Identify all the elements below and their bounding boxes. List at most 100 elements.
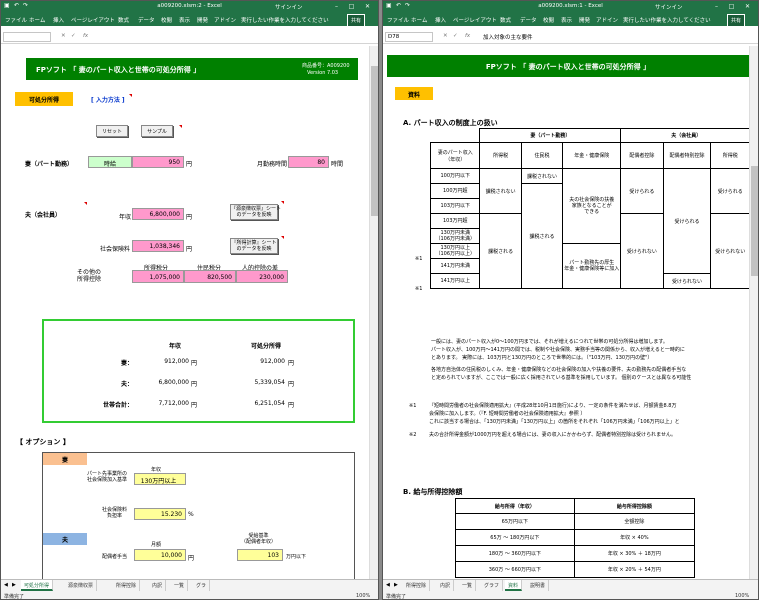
name-box[interactable]: D78 [385,32,433,42]
ribbon-tab[interactable]: ページレイアウト [453,16,497,24]
resident-tax-deduction-input[interactable]: 820,500 [184,270,236,283]
minimize-icon[interactable]: – [711,2,722,12]
ribbon-tab[interactable]: ファイル [5,16,27,24]
wage-type-select[interactable]: 時給 [88,156,132,168]
sheet-tab[interactable]: 説明書 [527,580,550,591]
options-title: 【 オプション 】 [16,438,70,446]
signin-link[interactable]: サインイン [275,3,303,11]
income-range-cell: 141万円以上 [429,273,481,289]
burden-rate-input[interactable]: 15.230 [134,508,186,520]
income-tax-deduction-input[interactable]: 1,075,000 [132,270,184,283]
hourly-wage-input[interactable]: 950 [132,156,184,168]
ribbon-tab[interactable]: ページレイアウト [71,16,115,24]
name-box[interactable] [3,32,51,42]
monthly-hours-input[interactable]: 80 [288,156,329,168]
cancel-icon[interactable]: ✕ [61,33,66,39]
income-cell: 180万 〜 360万円以下 [455,545,575,562]
reflect-withholding-button[interactable]: 『源泉徴収票』シート のデータを反映 [230,204,281,220]
sample-button[interactable]: サンプル [141,125,173,137]
share-button[interactable]: 共有 [727,14,746,27]
tell-me-search[interactable]: 実行したい作業を入力してください [623,16,711,24]
sheet-tab[interactable]: 資料 [505,580,523,591]
prev-sheet-icon[interactable]: ◀ [4,582,8,588]
sheet-tab[interactable]: 一覧 [459,580,477,591]
reset-button[interactable]: リセット [96,125,128,137]
income-label: 年収 [119,214,132,221]
ribbon-tab[interactable]: アドイン [596,16,618,24]
prev-sheet-icon[interactable]: ◀ [386,582,390,588]
enter-icon[interactable]: ✓ [453,33,458,39]
signin-link[interactable]: サインイン [655,3,683,11]
close-icon[interactable]: ✕ [362,2,373,12]
zoom-level[interactable]: 100% [735,593,749,599]
input-method-link[interactable]: [ 入力方法 ] [91,95,125,104]
vertical-scrollbar[interactable] [369,46,378,579]
worksheet[interactable]: FPソフト 「 妻のパート収入と世帯の可処分所得 」 商品番号：A009200 … [1,46,369,579]
reflect-deduction-button[interactable]: 『所得計算』シート のデータを反映 [230,238,278,254]
minimize-icon[interactable]: – [331,2,342,12]
zoom-level[interactable]: 100% [356,593,370,599]
ribbon-tab[interactable]: 数式 [500,16,511,24]
sheet-tab[interactable]: 可処分所得 [21,580,54,591]
maximize-icon[interactable]: □ [726,2,737,12]
summary-disposable-value: 5,339,054 [254,379,285,386]
ribbon-tab[interactable]: 開発 [197,16,208,24]
ribbon-tab[interactable]: 数式 [118,16,129,24]
note-text: これに該当する場合は、「130万円未満」「130万円以上」の箇所をそれぞれ「10… [429,419,680,425]
next-sheet-icon[interactable]: ▶ [394,582,398,588]
ribbon-tab[interactable]: データ [138,16,155,24]
ribbon-tab[interactable]: ファイル [387,16,409,24]
wife-group-header: 妻（パート勤務） [479,128,622,143]
sheet-tab[interactable]: 所得控除 [403,580,431,591]
sheet-tab[interactable]: 源泉徴収票 [65,580,98,591]
spouse-allowance-input[interactable]: 10,000 [134,549,186,561]
page-title: FPソフト 「 妻のパート収入と世帯の可処分所得 」 [485,63,651,71]
options-wife-header: 妻 [43,453,87,465]
vertical-scrollbar[interactable] [749,46,758,579]
ribbon-tab[interactable]: 開発 [579,16,590,24]
enter-icon[interactable]: ✓ [71,33,76,39]
scroll-thumb[interactable] [751,166,758,276]
table-row: 65万 〜 180万円以下 年収 × 40% [455,529,696,546]
share-button[interactable]: 共有 [347,14,366,27]
sheet-tab[interactable]: グラ [193,580,211,591]
sheet-tab[interactable]: 一覧 [171,580,189,591]
part-threshold-select[interactable]: 130万円以上 [134,473,186,485]
scroll-thumb[interactable] [371,66,378,216]
sheet-tab[interactable]: 内訳 [437,580,455,591]
tell-me-search[interactable]: 実行したい作業を入力してください [241,16,329,24]
ribbon-tab[interactable]: 挿入 [53,16,64,24]
personal-deduction-input[interactable]: 230,000 [236,270,288,283]
ribbon-tab[interactable]: 校閲 [543,16,554,24]
criteria-input[interactable]: 103 [237,549,283,561]
ribbon-tab[interactable]: 表示 [561,16,572,24]
worksheet[interactable]: FPソフト 「 妻のパート収入と世帯の可処分所得 」 資料 A. パート収入の制… [383,46,749,579]
sheet-tab[interactable]: 所得控除 [113,580,141,591]
ribbon-tab[interactable]: 挿入 [435,16,446,24]
cancel-icon[interactable]: ✕ [443,33,448,39]
social-insurance-input[interactable]: 1,038,346 [132,240,184,252]
sheet-tab[interactable]: グラフ [481,580,504,591]
husband-income-input[interactable]: 6,800,000 [132,208,184,220]
ribbon-tab[interactable]: 表示 [179,16,190,24]
ribbon-tab[interactable]: ホーム [29,16,45,24]
sheet-tab[interactable]: 内訳 [149,580,167,591]
pension-cell: パート勤務先の厚生 年金・健康保険等に加入 [562,243,622,289]
wife-label: 妻（パート勤務） [25,161,74,168]
ribbon-tab[interactable]: アドイン [214,16,236,24]
deduction-cell: 全額控除 [573,513,696,530]
ribbon-tab[interactable]: 校閲 [161,16,172,24]
fx-icon[interactable]: fx [465,33,470,39]
ribbon-tab[interactable]: データ [520,16,537,24]
ribbon-tab[interactable]: ホーム [411,16,427,24]
close-icon[interactable]: ✕ [742,2,753,12]
fx-icon[interactable]: fx [83,33,88,39]
col-h-itax-header: 所得税 [710,142,749,169]
maximize-icon[interactable]: □ [346,2,357,12]
window-title: a009200.xlsm:2 - Excel [157,3,222,9]
next-sheet-icon[interactable]: ▶ [12,582,16,588]
special-cell: 受けられる [662,168,712,274]
notes-list: ※1 『短時間労働者の社会保険適用拡大』(平成28年10月1日施行)により、一定の… [409,402,749,444]
summary-row-label: 世帯合計： [102,402,133,409]
formula-input[interactable]: 加入対象の主な要件 [483,33,533,41]
